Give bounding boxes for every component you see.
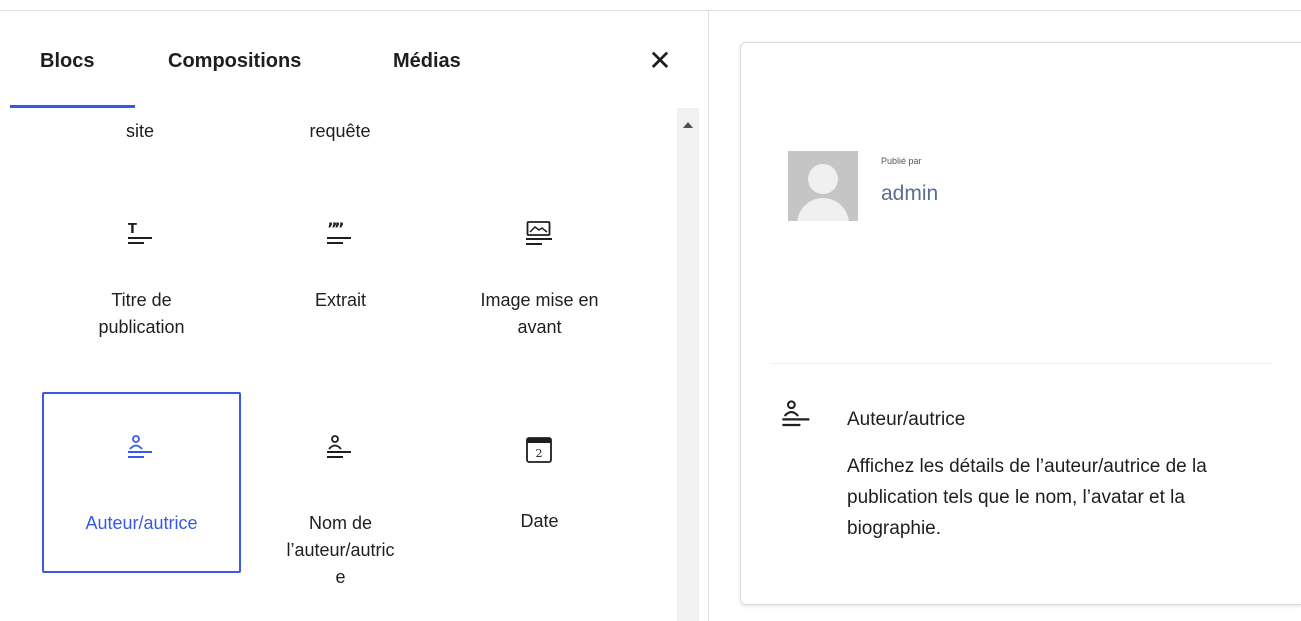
- post-author-icon: [782, 400, 810, 427]
- post-title-icon: T: [128, 222, 152, 244]
- featured-image-icon: [526, 221, 552, 245]
- block-label: Titre de publication: [42, 287, 241, 341]
- block-label: Date: [440, 508, 639, 535]
- block-label-line: Titre de: [111, 290, 172, 310]
- block-label: Nom de l’auteur/autric e: [241, 510, 440, 591]
- avatar: [788, 151, 858, 221]
- tab-blocs[interactable]: Blocs: [40, 11, 94, 107]
- block-card-description: Affichez les détails de l’auteur/autrice…: [847, 456, 1207, 539]
- preview-divider: [771, 363, 1272, 364]
- date-icon-number: 2: [536, 447, 543, 460]
- tab-compositions[interactable]: Compositions: [168, 11, 301, 107]
- block-item-post-title[interactable]: T Titre de publication: [42, 198, 241, 368]
- inserter-tabs: Blocs Compositions Médias ✕: [0, 11, 708, 108]
- block-label: Auteur/autrice: [42, 510, 241, 537]
- block-label-partial: site: [125, 121, 154, 141]
- block-label: Image mise en avant: [440, 287, 639, 341]
- block-label-line: e: [335, 567, 346, 587]
- block-item-post-author[interactable]: Auteur/autrice: [42, 392, 241, 573]
- block-label-line: l’auteur/autric: [286, 540, 395, 560]
- block-item-post-date[interactable]: 2 Date: [440, 392, 639, 573]
- tab-medias[interactable]: Médias: [393, 11, 461, 107]
- post-excerpt-icon: ” ”: [327, 219, 351, 244]
- block-card-title: Auteur/autrice: [847, 409, 966, 430]
- published-by-label: Publié par: [881, 156, 922, 166]
- block-label-line: Date: [520, 511, 559, 531]
- close-icon[interactable]: ✕: [645, 47, 675, 77]
- block-preview-card: Publié par admin Auteur/autrice Affichez…: [740, 42, 1301, 605]
- block-list: site requête T Titre de publication ” ” …: [0, 108, 677, 621]
- post-author-name-icon: [327, 435, 351, 458]
- block-label-line: Extrait: [314, 290, 366, 310]
- block-label-line: Auteur/autrice: [85, 513, 198, 533]
- block-label: Extrait: [241, 287, 440, 314]
- scroll-up-arrow-icon[interactable]: [677, 120, 699, 132]
- block-label-line: avant: [517, 317, 562, 337]
- block-list-scrollbar[interactable]: [677, 108, 699, 621]
- post-author-icon: [128, 435, 152, 458]
- author-name: admin: [881, 182, 939, 205]
- block-label-partial: requête: [309, 121, 371, 141]
- block-item-featured-image[interactable]: Image mise en avant: [440, 198, 639, 368]
- block-label-line: publication: [98, 317, 185, 337]
- block-label-line: Image mise en: [480, 290, 599, 310]
- block-item-post-excerpt[interactable]: ” ” Extrait: [241, 198, 440, 368]
- block-item-post-author-name[interactable]: Nom de l’auteur/autric e: [241, 392, 440, 617]
- post-date-icon: 2: [526, 437, 552, 463]
- svg-text:T: T: [128, 222, 137, 237]
- block-label-line: Nom de: [308, 513, 373, 533]
- block-inserter-panel: Blocs Compositions Médias ✕ site requête…: [0, 11, 709, 621]
- avatar-head: [808, 164, 838, 194]
- avatar-body: [797, 198, 849, 221]
- svg-text:”: ”: [334, 219, 345, 238]
